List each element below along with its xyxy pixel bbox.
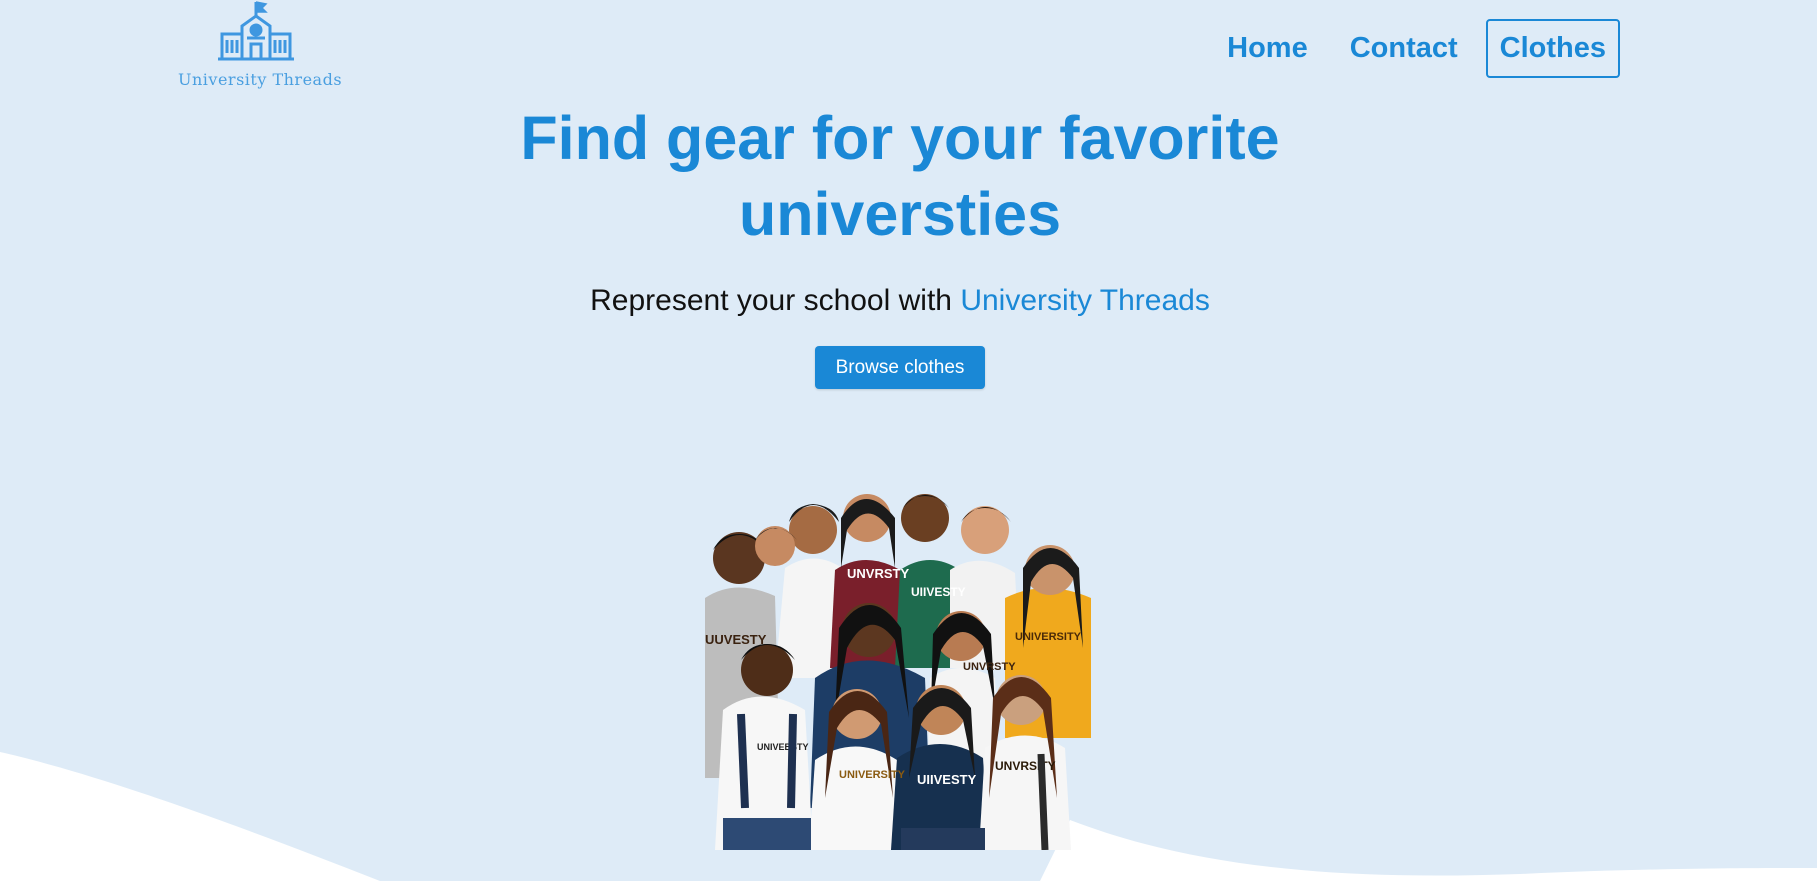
nav-clothes-link[interactable]: Clothes — [1485, 19, 1620, 78]
shirt-text: UNVRSTY — [847, 566, 909, 581]
page: University Threads Home Contact Clothes … — [0, 0, 1817, 881]
hero-section: Find gear for your favorite universties … — [0, 100, 1800, 389]
shirt-text: UIIVESTY — [911, 585, 966, 599]
nav-home-link[interactable]: Home — [1213, 19, 1322, 78]
students-illustration: UNVRSTY UNIVERSITY UIIVESTY UNVRSITY UUV… — [705, 494, 1091, 850]
main-nav: Home Contact Clothes — [1213, 19, 1620, 78]
shirt-text: UNVRSTY — [963, 661, 1016, 673]
browse-clothes-button[interactable]: Browse clothes — [814, 346, 986, 389]
shirt-text: UNIVERSITY — [1015, 631, 1082, 643]
shirt-text: UNVRSITY — [995, 759, 1056, 773]
school-building-icon — [218, 1, 294, 61]
nav-contact-link[interactable]: Contact — [1336, 19, 1472, 78]
hero-subtitle: Represent your school with University Th… — [0, 284, 1800, 318]
hero-subtitle-text: Represent your school with — [590, 284, 961, 317]
brand-name: University Threads — [178, 70, 343, 89]
shirt-text: UUVESTY — [705, 632, 767, 647]
hero-subtitle-brand: University Threads — [960, 284, 1210, 317]
shirt-text: UNIVEBSTY — [757, 742, 809, 752]
shirt-text: UNIVERSITY — [839, 769, 906, 781]
site-logo[interactable]: University Threads — [178, 0, 343, 96]
shirt-text: UIIVESTY — [917, 772, 977, 787]
hero-title: Find gear for your favorite universties — [520, 104, 1280, 248]
